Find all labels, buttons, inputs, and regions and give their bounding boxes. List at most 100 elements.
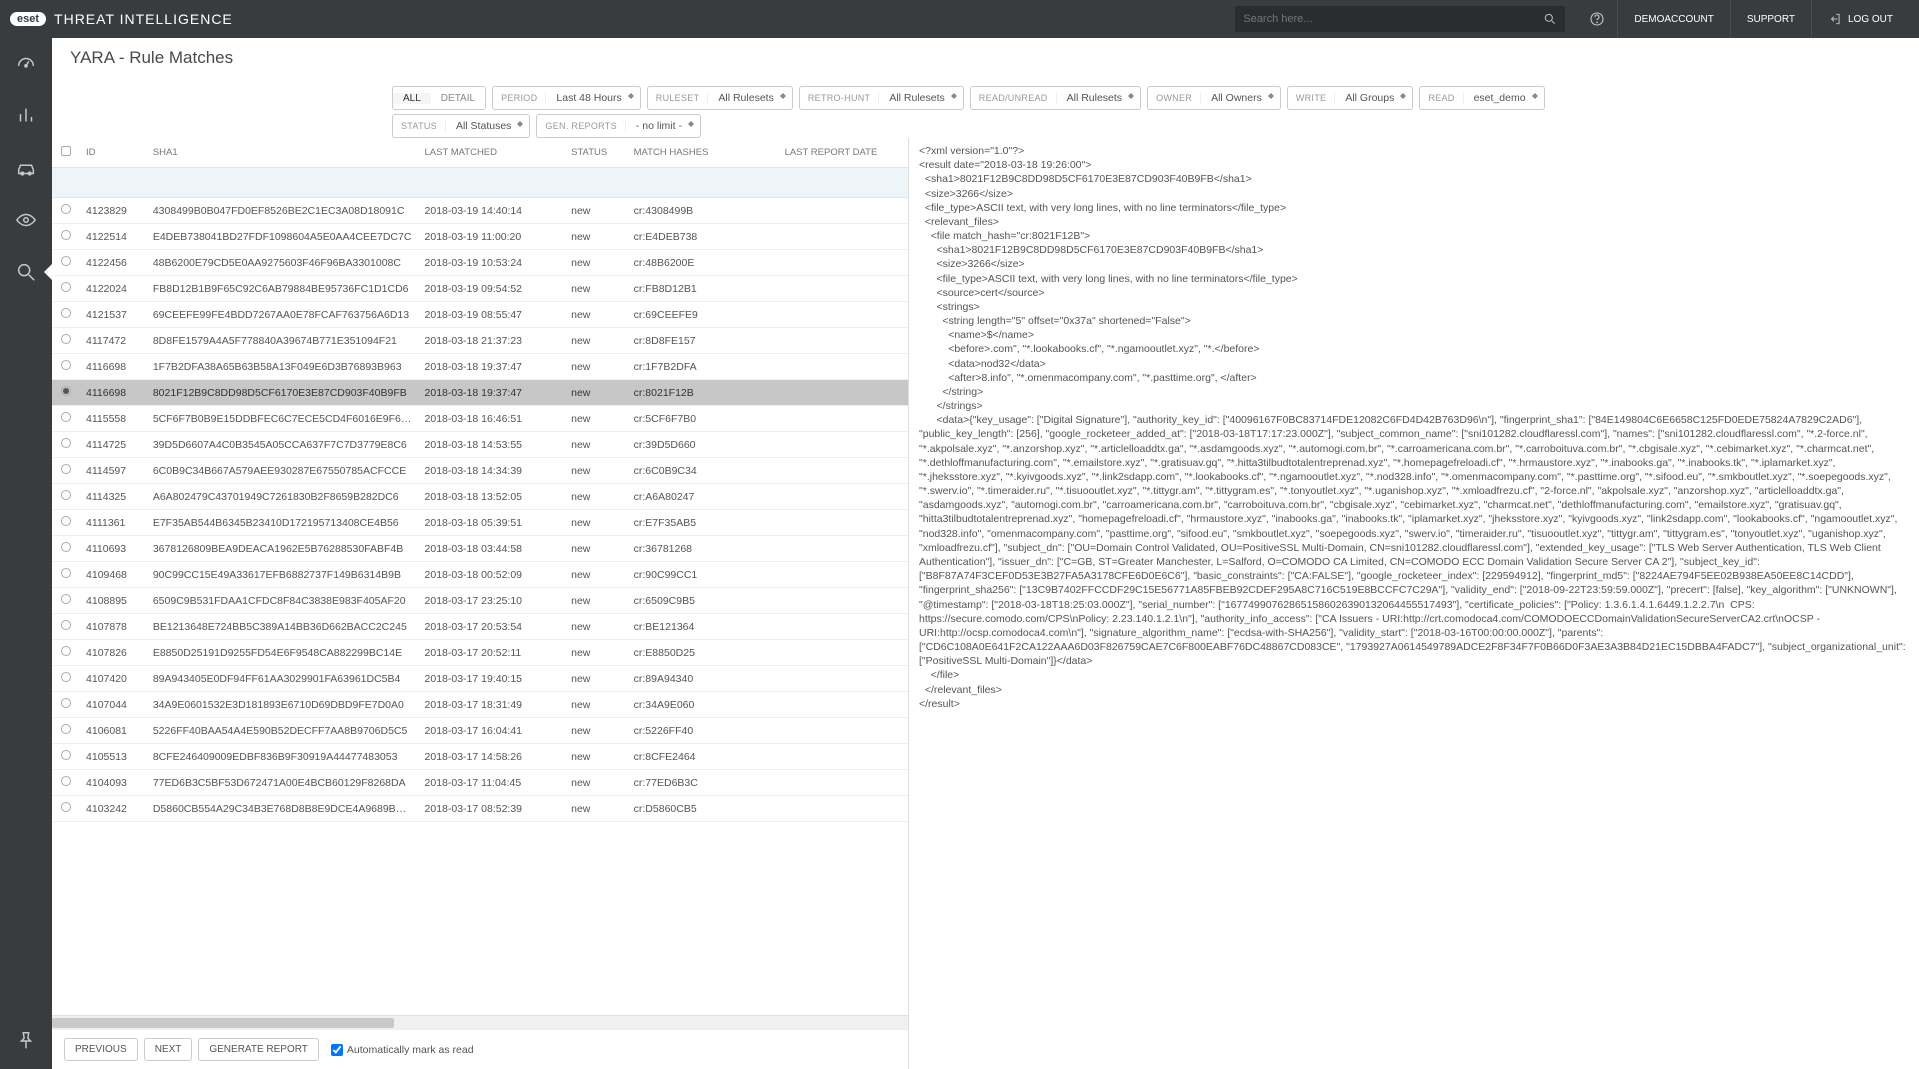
col-match-hashes[interactable]: MATCH HASHES	[628, 138, 779, 168]
filter-genreports[interactable]: GEN. REPORTS - no limit -	[536, 114, 701, 138]
row-radio[interactable]	[61, 360, 71, 370]
filter-write[interactable]: WRITE All Groups	[1287, 86, 1414, 110]
table-row[interactable]: 41166981F7B2DFA38A65B63B58A13F049E6D3B76…	[52, 354, 908, 380]
table-row[interactable]: 412245648B6200E79CD5E0AA9275603F46F96BA3…	[52, 250, 908, 276]
table-row[interactable]: 4114325A6A802479C43701949C7261830B2F8659…	[52, 484, 908, 510]
cell-sha1: 1F7B2DFA38A65B63B58A13F049E6D3B76893B963	[147, 354, 419, 380]
row-radio[interactable]	[61, 516, 71, 526]
table-row[interactable]: 410704434A9E0601532E3D181893E6710D69DBD9…	[52, 692, 908, 718]
table-row[interactable]: 411472539D5D6607A4C0B3545A05CCA637F7C7D3…	[52, 432, 908, 458]
cell-match-hashes: cr:4308499B	[628, 198, 779, 224]
row-radio[interactable]	[61, 230, 71, 240]
sidebar-stats[interactable]	[14, 104, 38, 128]
row-radio[interactable]	[61, 672, 71, 682]
filter-retrohunt[interactable]: RETRO-HUNT All Rulesets	[799, 86, 964, 110]
sidebar-search[interactable]	[14, 260, 38, 284]
filter-read[interactable]: READ eset_demo	[1419, 86, 1544, 110]
table-row[interactable]: 4122024FB8D12B1B9F65C92C6AB79884BE95736F…	[52, 276, 908, 302]
col-last-report[interactable]: LAST REPORT DATE	[779, 138, 908, 168]
global-search[interactable]	[1235, 6, 1565, 32]
table-row[interactable]: 41174728D8FE1579A4A5F778840A39674B771E35…	[52, 328, 908, 354]
horizontal-scrollbar[interactable]	[52, 1015, 908, 1029]
next-button[interactable]: NEXT	[144, 1038, 193, 1061]
row-radio[interactable]	[61, 698, 71, 708]
table-row[interactable]: 410742089A943405E0DF94FF61AA3029901FA639…	[52, 666, 908, 692]
cell-sha1: 6509C9B531FDAA1CFDC8F84C3838E983F405AF20	[147, 588, 419, 614]
filter-period[interactable]: PERIOD Last 48 Hours	[492, 86, 641, 110]
filter-status[interactable]: STATUS All Statuses	[392, 114, 530, 138]
table-row[interactable]: 41055138CFE246409009EDBF836B9F30919A4447…	[52, 744, 908, 770]
account-link[interactable]: DEMOACCOUNT	[1617, 0, 1729, 38]
xml-detail-pane[interactable]: <?xml version="1.0"?> <result date="2018…	[909, 138, 1919, 1069]
sidebar-dashboard[interactable]	[14, 52, 38, 76]
table-row[interactable]: 41088956509C9B531FDAA1CFDC8F84C3838E983F…	[52, 588, 908, 614]
row-radio[interactable]	[61, 386, 71, 396]
cell-status: new	[565, 198, 628, 224]
row-radio[interactable]	[61, 724, 71, 734]
row-radio[interactable]	[61, 464, 71, 474]
help-icon[interactable]	[1577, 0, 1617, 38]
sidebar-pin[interactable]	[14, 1029, 38, 1053]
table-row[interactable]: 412153769CEEFE99FE4BDD7267AA0E78FCAF7637…	[52, 302, 908, 328]
logout-link[interactable]: LOG OUT	[1811, 0, 1909, 38]
results-table[interactable]: ID SHA1 LAST MATCHED STATUS MATCH HASHES…	[52, 138, 908, 1015]
table-row[interactable]: 4111361E7F35AB544B6345B23410D17219571340…	[52, 510, 908, 536]
col-last-matched[interactable]: LAST MATCHED	[419, 138, 566, 168]
cell-sha1: 5226FF40BAA54A4E590B52DECFF7AA8B9706D5C5	[147, 718, 419, 744]
row-radio[interactable]	[61, 802, 71, 812]
table-row[interactable]: 41106933678126809BEA9DEACA1962E5B7628853…	[52, 536, 908, 562]
table-row[interactable]: 41060815226FF40BAA54A4E590B52DECFF7AA8B9…	[52, 718, 908, 744]
table-row[interactable]: 4107878BE1213648E724BB5C389A14BB36D662BA…	[52, 614, 908, 640]
row-radio[interactable]	[61, 568, 71, 578]
row-radio[interactable]	[61, 776, 71, 786]
cell-status: new	[565, 744, 628, 770]
table-row[interactable]: 410409377ED6B3C5BF53D672471A00E4BCB60129…	[52, 770, 908, 796]
cell-id: 4122456	[80, 250, 147, 276]
generate-report-button[interactable]: GENERATE REPORT	[198, 1038, 319, 1061]
search-input[interactable]	[1243, 13, 1543, 25]
row-radio[interactable]	[61, 750, 71, 760]
col-status[interactable]: STATUS	[565, 138, 628, 168]
cell-status: new	[565, 666, 628, 692]
table-row[interactable]: 41166988021F12B9C8DD98D5CF6170E3E87CD903…	[52, 380, 908, 406]
sidebar-vehicle[interactable]	[14, 156, 38, 180]
tab-all[interactable]: ALL	[393, 93, 431, 104]
row-radio[interactable]	[61, 256, 71, 266]
auto-mark-checkbox[interactable]: Automatically mark as read	[331, 1044, 474, 1056]
row-radio[interactable]	[61, 438, 71, 448]
row-radio[interactable]	[61, 646, 71, 656]
row-radio[interactable]	[61, 308, 71, 318]
row-radio[interactable]	[61, 594, 71, 604]
row-radio[interactable]	[61, 490, 71, 500]
footer: PREVIOUS NEXT GENERATE REPORT Automatica…	[52, 1029, 908, 1069]
col-id[interactable]: ID	[80, 138, 147, 168]
cell-status: new	[565, 250, 628, 276]
table-row[interactable]: 41145976C0B9C34B667A579AEE930287E6755078…	[52, 458, 908, 484]
cell-match-hashes: cr:5226FF40	[628, 718, 779, 744]
sidebar-watch[interactable]	[14, 208, 38, 232]
previous-button[interactable]: PREVIOUS	[64, 1038, 138, 1061]
filter-owner[interactable]: OWNER All Owners	[1147, 86, 1281, 110]
support-link[interactable]: SUPPORT	[1730, 0, 1811, 38]
table-row[interactable]: 4122514E4DEB738041BD27FDF1098604A5E0AA4C…	[52, 224, 908, 250]
filter-ruleset[interactable]: RULESET All Rulesets	[647, 86, 793, 110]
row-radio[interactable]	[61, 282, 71, 292]
table-row[interactable]: 4107826E8850D25191D9255FD54E6F9548CA8822…	[52, 640, 908, 666]
table-row[interactable]: 4103242D5860CB554A29C34B3E768D8B8E9DCE4A…	[52, 796, 908, 822]
cell-id: 4108895	[80, 588, 147, 614]
row-radio[interactable]	[61, 620, 71, 630]
table-row[interactable]: 410946890C99CC15E49A33617EFB6882737F149B…	[52, 562, 908, 588]
select-all-checkbox[interactable]	[61, 146, 71, 156]
row-radio[interactable]	[61, 334, 71, 344]
col-sha1[interactable]: SHA1	[147, 138, 419, 168]
row-radio[interactable]	[61, 412, 71, 422]
filter-readunread[interactable]: READ/UNREAD All Rulesets	[970, 86, 1141, 110]
row-radio[interactable]	[61, 204, 71, 214]
cell-last-matched: 2018-03-17 08:52:39	[419, 796, 566, 822]
cell-last-report	[779, 510, 908, 536]
table-row[interactable]: 41155585CF6F7B0B9E15DDBFEC6C7ECE5CD4F601…	[52, 406, 908, 432]
tab-detail[interactable]: DETAIL	[431, 93, 485, 104]
cell-status: new	[565, 276, 628, 302]
table-row[interactable]: 41238294308499B0B047FD0EF8526BE2C1EC3A08…	[52, 198, 908, 224]
row-radio[interactable]	[61, 542, 71, 552]
